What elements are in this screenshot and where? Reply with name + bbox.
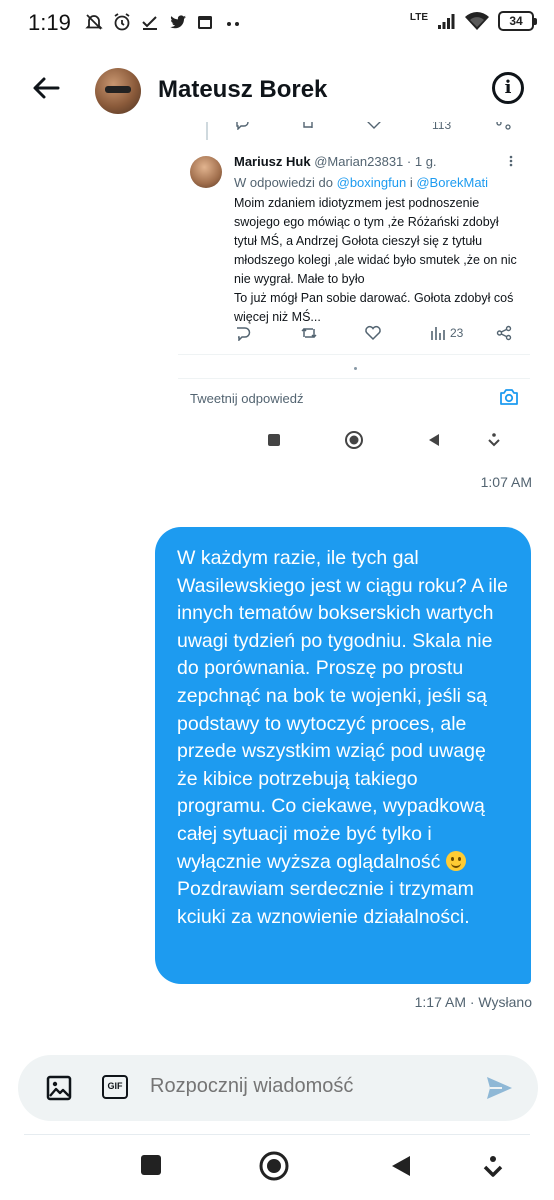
share-icon bbox=[496, 325, 512, 341]
network-label: LTE bbox=[409, 11, 428, 23]
signal-icon bbox=[438, 14, 455, 29]
smile-emoji-icon bbox=[445, 850, 466, 871]
info-button[interactable]: i bbox=[492, 72, 524, 104]
notification-icons bbox=[84, 12, 244, 32]
thread-line bbox=[206, 122, 208, 140]
sent-timestamp: 1:17 AM · Wysłano bbox=[414, 994, 532, 1010]
tweet-paragraph-2: To już mógł Pan sobie darować. Gołota zd… bbox=[234, 291, 514, 324]
embed-divider bbox=[178, 354, 530, 355]
tweet-reply-box: Tweetnij odpowiedź bbox=[178, 378, 530, 418]
send-icon[interactable] bbox=[484, 1073, 514, 1103]
reply-join: i bbox=[409, 175, 413, 190]
reply-action bbox=[234, 325, 251, 341]
back-nav-button[interactable] bbox=[390, 1154, 412, 1178]
status-time: 1:19 bbox=[28, 10, 71, 35]
camera-icon bbox=[500, 389, 518, 405]
cropped-action-row: 113 bbox=[178, 122, 530, 140]
battery-level: 34 bbox=[509, 14, 523, 28]
views-count: 23 bbox=[450, 326, 464, 340]
like-icon bbox=[365, 325, 381, 341]
image-icon[interactable] bbox=[46, 1075, 72, 1101]
share-action bbox=[496, 325, 512, 341]
views-action: 23 bbox=[430, 325, 463, 341]
retweet-action bbox=[300, 325, 318, 341]
tweet-paragraph-1: Moim zdaniem idiotyzmem jest podnoszenie… bbox=[234, 196, 517, 286]
shared-screenshot[interactable]: 113 Mariusz Huk @Marian23831 · 1 g. W od… bbox=[178, 122, 530, 467]
recent-apps-icon bbox=[268, 434, 280, 446]
twitter-icon bbox=[170, 15, 186, 29]
tweet-time: · 1 g. bbox=[406, 154, 437, 169]
assistant-button[interactable] bbox=[482, 1154, 504, 1180]
embedded-nav-bar bbox=[178, 422, 530, 458]
tweet-text: Moim zdaniem idiotyzmem jest podnoszenie… bbox=[234, 194, 524, 327]
share-icon bbox=[496, 122, 511, 130]
alarm-icon bbox=[114, 13, 130, 31]
recent-apps-button[interactable] bbox=[140, 1154, 162, 1176]
message-input[interactable] bbox=[150, 1075, 450, 1098]
battery-icon: 34 bbox=[498, 11, 537, 31]
like-action bbox=[364, 325, 382, 341]
calendar-icon bbox=[198, 16, 212, 29]
home-button[interactable] bbox=[258, 1150, 290, 1182]
contact-avatar[interactable] bbox=[95, 68, 141, 114]
views-count-top: 113 bbox=[432, 122, 452, 132]
sent-message-closing: Pozdrawiam serdecznie i trzymam kciuki z… bbox=[177, 878, 474, 928]
more-dots-icon bbox=[227, 22, 239, 26]
message-composer: GIF bbox=[18, 1055, 538, 1121]
received-timestamp: 1:07 AM bbox=[480, 474, 532, 490]
reply-prefix: W odpowiedzi do bbox=[234, 175, 333, 190]
wifi-icon bbox=[465, 12, 489, 30]
assistant-icon bbox=[488, 433, 500, 447]
conversation-header: Mateusz Borek i bbox=[0, 58, 554, 122]
tweet-author-name: Mariusz Huk bbox=[234, 154, 311, 169]
reply-placeholder: Tweetnij odpowiedź bbox=[190, 391, 304, 406]
bottom-divider bbox=[24, 1134, 530, 1135]
tweet-reply-context: W odpowiedzi do @boxingfun i @BorekMati bbox=[234, 175, 488, 190]
embed-dot bbox=[354, 367, 357, 370]
back-button[interactable] bbox=[28, 70, 64, 106]
check-icon bbox=[142, 16, 157, 30]
retweet-icon bbox=[303, 122, 313, 128]
avatar-glasses bbox=[105, 86, 131, 93]
sent-message-body: W każdym razie, ile tych gal Wasilewskie… bbox=[177, 547, 508, 873]
reply-user-link-2: @BorekMati bbox=[416, 175, 489, 190]
home-icon bbox=[345, 431, 363, 449]
more-options-icon bbox=[509, 155, 513, 167]
gif-button[interactable]: GIF bbox=[102, 1075, 128, 1099]
muted-bell-icon bbox=[85, 14, 103, 30]
views-icon bbox=[431, 327, 445, 340]
sent-message-text: W każdym razie, ile tych gal Wasilewskie… bbox=[177, 545, 511, 931]
sent-message-bubble[interactable]: W każdym razie, ile tych gal Wasilewskie… bbox=[155, 527, 531, 984]
back-nav-icon bbox=[429, 434, 439, 446]
like-icon bbox=[367, 122, 381, 129]
tweet-author-avatar bbox=[190, 156, 222, 188]
contact-name[interactable]: Mateusz Borek bbox=[158, 76, 327, 104]
tweet-header: Mariusz Huk @Marian23831 · 1 g. bbox=[234, 154, 437, 169]
reply-icon bbox=[237, 327, 251, 341]
tweet-actions: 23 bbox=[234, 325, 514, 345]
system-icons: LTE 34 bbox=[409, 10, 537, 32]
reply-icon bbox=[236, 122, 249, 130]
reply-user-link-1: @boxingfun bbox=[336, 175, 407, 190]
retweet-icon bbox=[301, 327, 317, 339]
status-bar: 1:19 LTE 34 bbox=[0, 0, 554, 50]
system-nav-bar bbox=[0, 1140, 554, 1200]
info-icon: i bbox=[504, 77, 512, 98]
tweet-author-handle: @Marian23831 bbox=[314, 154, 404, 169]
